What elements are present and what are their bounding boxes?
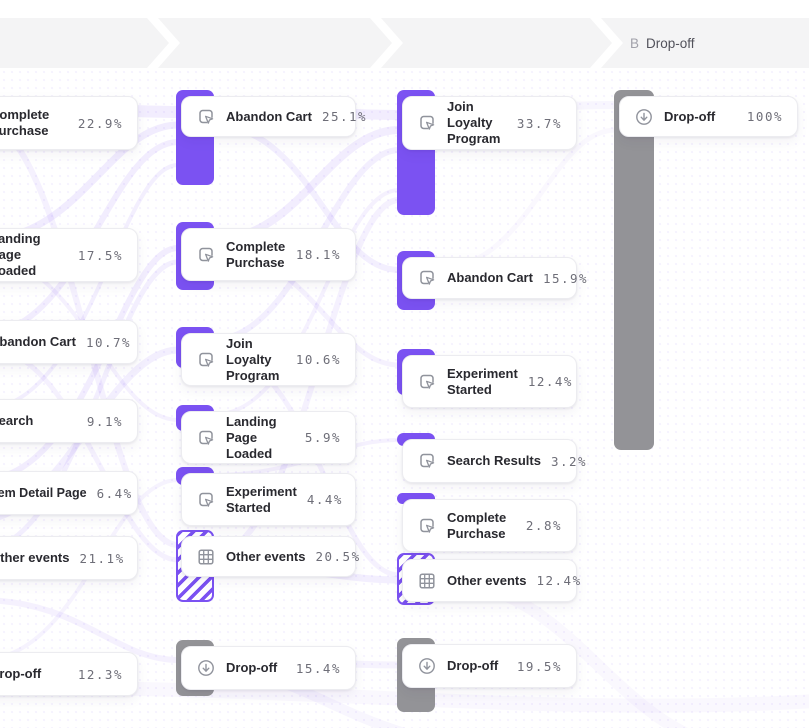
event-percent: 12.3% <box>78 667 123 682</box>
grid-icon <box>196 547 216 567</box>
event-percent: 5.9% <box>305 430 341 445</box>
click-event-icon <box>196 245 216 265</box>
step-variant-badge: B <box>630 36 639 51</box>
dropoff-card[interactable]: Drop-off 19.5% <box>402 644 577 688</box>
event-percent: 9.1% <box>87 414 123 429</box>
event-card[interactable]: Complete Purchase 2.8% <box>402 499 577 552</box>
event-percent: 3.2% <box>551 454 587 469</box>
event-card[interactable]: Abandon Cart 10.7% <box>0 320 138 364</box>
event-label: Experiment Started <box>447 366 518 398</box>
event-label: Abandon Cart <box>0 334 76 350</box>
step-segment-1[interactable] <box>0 18 169 68</box>
event-label: Complete Purchase <box>0 107 68 139</box>
event-percent: 21.1% <box>79 551 124 566</box>
dropoff-card[interactable]: Drop-off 12.3% <box>0 652 138 696</box>
event-card[interactable]: Abandon Cart 25.1% <box>181 96 356 137</box>
event-label: Drop-off <box>664 109 737 125</box>
event-percent: 15.4% <box>296 661 341 676</box>
event-card[interactable]: Experiment Started 4.4% <box>181 473 356 526</box>
event-card[interactable]: Join Loyalty Program 33.7% <box>402 96 577 150</box>
event-card[interactable]: Abandon Cart 15.9% <box>402 257 577 299</box>
click-event-icon <box>196 107 216 127</box>
event-label: Other events <box>226 549 305 565</box>
funnel-step-bar: B Drop-off <box>0 0 809 80</box>
event-card[interactable]: Join Loyalty Program 10.6% <box>181 333 356 386</box>
event-percent: 2.8% <box>526 518 562 533</box>
click-event-icon <box>417 372 437 392</box>
event-percent: 6.4% <box>97 486 133 501</box>
event-label: Search <box>0 413 77 429</box>
event-percent: 100% <box>747 109 783 124</box>
event-label: Other events <box>0 550 69 566</box>
event-percent: 12.4% <box>536 573 581 588</box>
event-label: Join Loyalty Program <box>226 336 286 384</box>
step-4-label[interactable]: B Drop-off <box>630 36 695 51</box>
event-label: Drop-off <box>226 660 286 676</box>
event-percent: 17.5% <box>78 248 123 263</box>
event-percent: 18.1% <box>296 247 341 262</box>
event-label: Landing Page Loaded <box>226 414 295 462</box>
click-event-icon <box>417 268 437 288</box>
event-card[interactable]: Complete Purchase 18.1% <box>181 228 356 281</box>
event-card[interactable]: Landing Page Loaded 17.5% <box>0 228 138 282</box>
flow-node-bar-dropoff[interactable] <box>614 90 654 450</box>
event-percent: 12.4% <box>528 374 573 389</box>
event-card[interactable]: Search Results 3.2% <box>402 439 577 483</box>
event-percent: 19.5% <box>517 659 562 674</box>
event-label: Landing Page Loaded <box>0 231 68 279</box>
event-label: Item Detail Page <box>0 485 87 501</box>
other-events-card[interactable]: Other events 12.4% <box>402 559 577 602</box>
step-segment-3[interactable] <box>381 18 612 68</box>
grid-icon <box>417 571 437 591</box>
event-card[interactable]: Experiment Started 12.4% <box>402 355 577 408</box>
event-percent: 22.9% <box>78 116 123 131</box>
click-event-icon <box>417 113 437 133</box>
dropoff-arrow-icon <box>417 656 437 676</box>
click-event-icon <box>417 516 437 536</box>
event-label: Drop-off <box>0 666 68 682</box>
event-label: Join Loyalty Program <box>447 99 507 147</box>
click-event-icon <box>196 350 216 370</box>
other-events-card[interactable]: Other events 21.1% <box>0 536 138 580</box>
click-event-icon <box>196 428 216 448</box>
event-card[interactable]: Search 9.1% <box>0 399 138 443</box>
event-label: Abandon Cart <box>447 270 533 286</box>
step-segment-2[interactable] <box>158 18 392 68</box>
click-event-icon <box>417 451 437 471</box>
event-label: Abandon Cart <box>226 109 312 125</box>
event-label: Drop-off <box>447 658 507 674</box>
event-percent: 10.7% <box>86 335 131 350</box>
event-label: Complete Purchase <box>447 510 516 542</box>
event-card[interactable]: Item Detail Page 6.4% <box>0 471 138 515</box>
event-percent: 15.9% <box>543 271 588 286</box>
event-percent: 20.5% <box>315 549 360 564</box>
dropoff-arrow-icon <box>196 658 216 678</box>
other-events-card[interactable]: Other events 20.5% <box>181 536 356 577</box>
dropoff-arrow-icon <box>634 107 654 127</box>
event-percent: 4.4% <box>307 492 343 507</box>
event-label: Other events <box>447 573 526 589</box>
dropoff-card[interactable]: Drop-off 100% <box>619 96 798 137</box>
event-percent: 25.1% <box>322 109 367 124</box>
event-label: Experiment Started <box>226 484 297 516</box>
event-label: Search Results <box>447 453 541 469</box>
event-card[interactable]: Complete Purchase 22.9% <box>0 96 138 150</box>
event-percent: 10.6% <box>296 352 341 367</box>
event-percent: 33.7% <box>517 116 562 131</box>
click-event-icon <box>196 490 216 510</box>
event-card[interactable]: Landing Page Loaded 5.9% <box>181 411 356 464</box>
dropoff-card[interactable]: Drop-off 15.4% <box>181 646 356 690</box>
event-label: Complete Purchase <box>226 239 286 271</box>
step-name: Drop-off <box>646 36 695 51</box>
